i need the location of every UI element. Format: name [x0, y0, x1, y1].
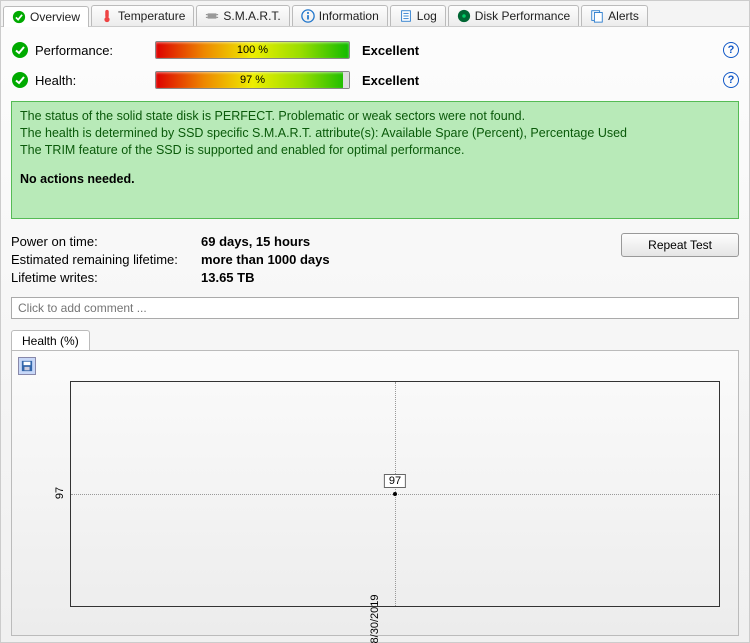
comment-input[interactable]: [11, 297, 739, 319]
status-line: The TRIM feature of the SSD is supported…: [20, 142, 730, 159]
data-point: [393, 492, 397, 496]
info-icon: [301, 9, 315, 23]
save-icon[interactable]: [18, 357, 36, 375]
x-axis-label: 8/30/2019: [369, 595, 381, 643]
tab-label: Disk Performance: [475, 9, 570, 23]
tab-bar: Overview Temperature S.M.A.R.T. Informat…: [1, 1, 749, 27]
health-percent: 97 %: [240, 74, 265, 86]
tab-label: Information: [319, 9, 379, 23]
disk-icon: [457, 9, 471, 23]
performance-label: Performance:: [35, 43, 155, 58]
tab-label: Temperature: [118, 9, 185, 23]
help-icon[interactable]: ?: [723, 72, 739, 88]
y-axis-label: 97: [54, 487, 66, 499]
check-circle-icon: [11, 71, 29, 89]
tab-log[interactable]: Log: [390, 5, 446, 26]
tab-label: Alerts: [608, 9, 639, 23]
status-line: The status of the solid state disk is PE…: [20, 108, 730, 125]
chip-icon: [205, 9, 219, 23]
health-bar: 97 %: [155, 71, 350, 89]
status-action: No actions needed.: [20, 171, 730, 188]
health-status: Excellent: [362, 73, 419, 88]
power-on-label: Power on time:: [11, 233, 201, 251]
lifetime-value: more than 1000 days: [201, 251, 330, 269]
chart-area: 97 97 8/30/2019: [11, 350, 739, 636]
writes-value: 13.65 TB: [201, 269, 330, 287]
tab-temperature[interactable]: Temperature: [91, 5, 194, 26]
power-on-value: 69 days, 15 hours: [201, 233, 330, 251]
performance-status: Excellent: [362, 43, 419, 58]
writes-label: Lifetime writes:: [11, 269, 201, 287]
status-line: The health is determined by SSD specific…: [20, 125, 730, 142]
check-circle-icon: [11, 41, 29, 59]
tab-label: Log: [417, 9, 437, 23]
performance-percent: 100 %: [237, 44, 268, 56]
tab-information[interactable]: Information: [292, 5, 388, 26]
tab-label: S.M.A.R.T.: [223, 9, 280, 23]
data-point-label: 97: [384, 474, 406, 488]
repeat-test-button[interactable]: Repeat Test: [621, 233, 739, 257]
thermometer-icon: [100, 9, 114, 23]
alert-icon: [590, 9, 604, 23]
check-circle-icon: [12, 10, 26, 24]
health-row: Health: 97 % Excellent ?: [11, 71, 739, 89]
status-box: The status of the solid state disk is PE…: [11, 101, 739, 219]
tab-alerts[interactable]: Alerts: [581, 5, 648, 26]
chart-tab-health[interactable]: Health (%): [11, 330, 90, 351]
tab-label: Overview: [30, 10, 80, 24]
performance-bar: 100 %: [155, 41, 350, 59]
stats-block: Power on time: Estimated remaining lifet…: [11, 233, 739, 288]
chart-plot: 97: [70, 381, 720, 607]
tab-disk-performance[interactable]: Disk Performance: [448, 5, 579, 26]
performance-row: Performance: 100 % Excellent ?: [11, 41, 739, 59]
help-icon[interactable]: ?: [723, 42, 739, 58]
lifetime-label: Estimated remaining lifetime:: [11, 251, 201, 269]
tab-smart[interactable]: S.M.A.R.T.: [196, 5, 289, 26]
health-label: Health:: [35, 73, 155, 88]
log-icon: [399, 9, 413, 23]
tab-overview[interactable]: Overview: [3, 6, 89, 27]
